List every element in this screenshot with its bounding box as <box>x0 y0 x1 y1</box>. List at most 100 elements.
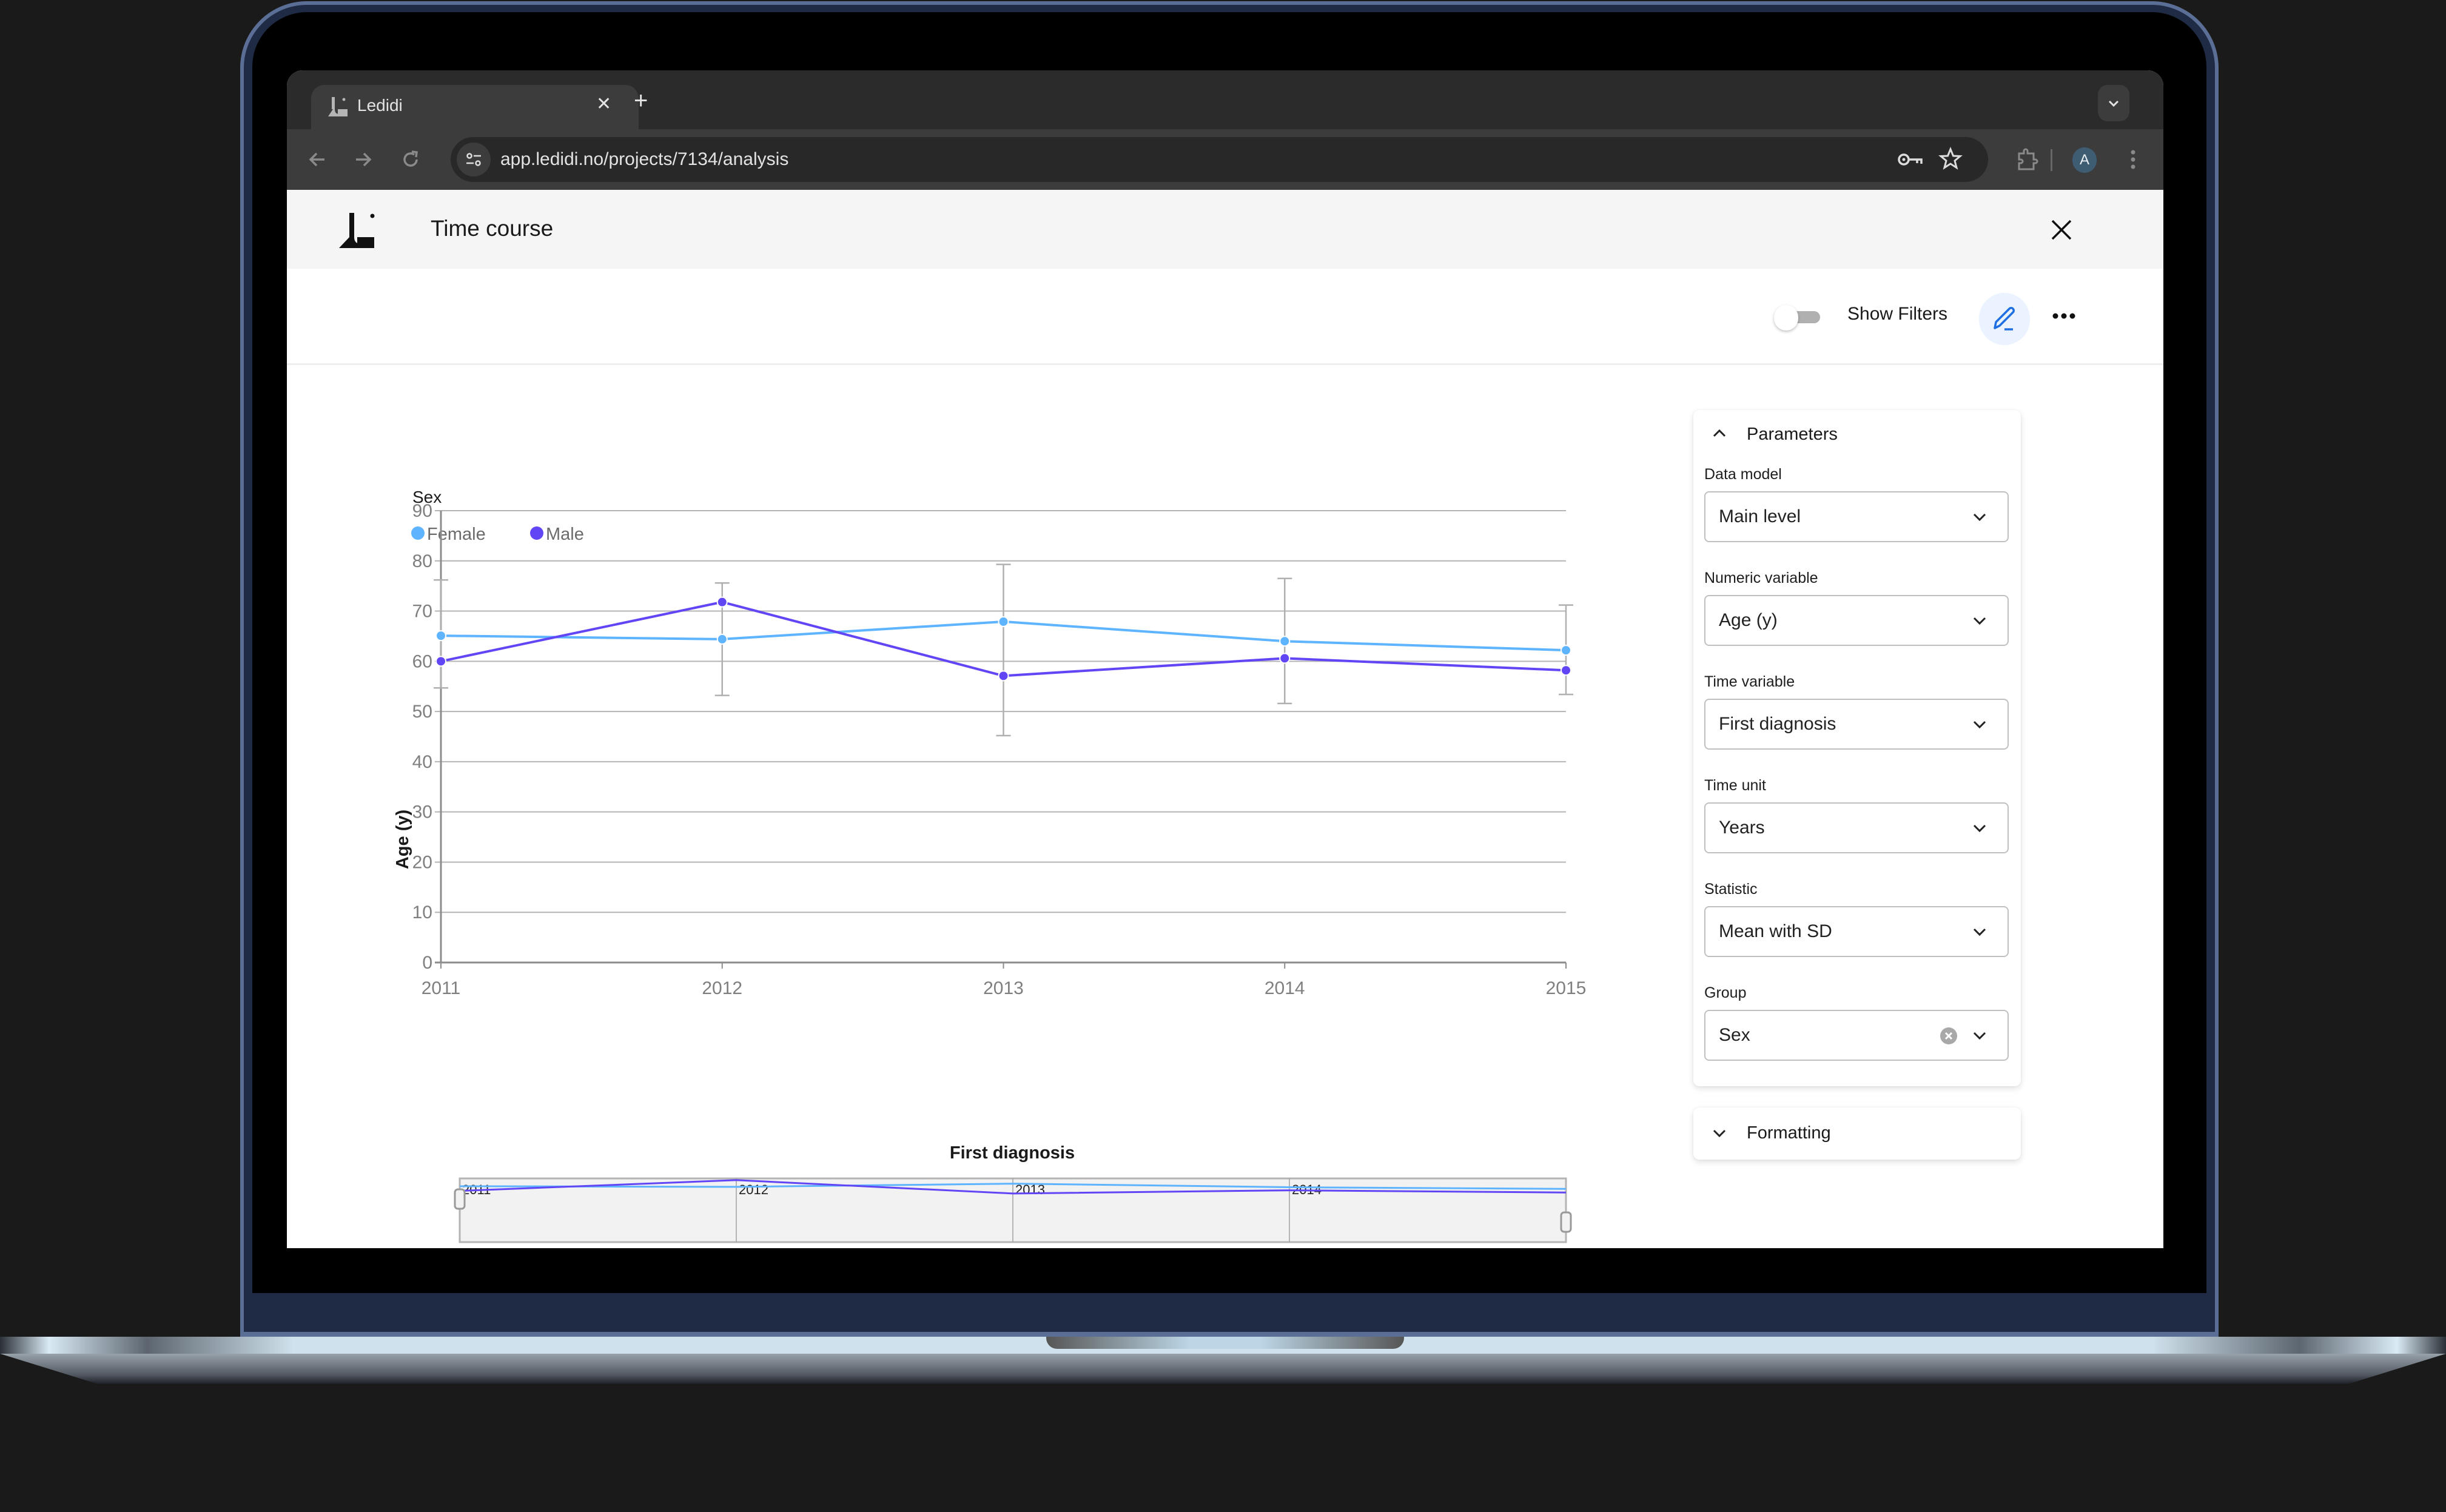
data-point-female <box>998 616 1009 627</box>
y-tick-label: 30 <box>412 802 432 822</box>
data-point-female <box>1279 636 1291 647</box>
new-tab-button[interactable]: + <box>634 89 648 113</box>
grid-lines <box>435 510 1566 964</box>
chevron-down-icon <box>1973 617 1986 625</box>
browser-window: Ledidi ✕ + app.ledidi.no/projects/7134/a… <box>287 70 2163 1248</box>
select-numeric-variable[interactable]: Age (y) <box>1704 595 2009 646</box>
chevron-up-icon <box>1713 429 1726 437</box>
y-axis-ticks: 0 10 20 30 40 50 60 70 80 90 <box>412 501 432 973</box>
ledidi-favicon-icon <box>328 97 348 116</box>
reload-icon[interactable] <box>400 149 422 170</box>
x-axis-label: First diagnosis <box>950 1143 1075 1163</box>
y-axis-label: Age (y) <box>393 810 412 869</box>
analysis-toolbar: Show Filters <box>287 269 2163 365</box>
x-tick-label: 2013 <box>983 978 1024 998</box>
select-value: Mean with SD <box>1719 921 1832 941</box>
select-statistic[interactable]: Mean with SD <box>1704 906 2009 957</box>
x-tick-label: 2012 <box>702 978 742 998</box>
show-filters-label[interactable]: Show Filters <box>1847 304 1947 324</box>
legend-marker-male <box>530 526 543 540</box>
formatting-title: Formatting <box>1747 1123 1831 1143</box>
back-icon[interactable] <box>306 149 328 170</box>
field-label: Data model <box>1704 466 1782 483</box>
show-filters-toggle[interactable] <box>1774 305 1823 331</box>
field-label: Group <box>1704 984 1747 1001</box>
legend-marker-female <box>411 526 425 540</box>
browser-menu-icon[interactable] <box>2127 147 2139 172</box>
laptop-base <box>0 1354 2446 1384</box>
data-point-male <box>716 596 728 608</box>
data-point-female <box>1561 645 1571 656</box>
data-point-female <box>716 633 728 645</box>
select-time-unit[interactable]: Years <box>1704 802 2009 853</box>
ledidi-logo-icon[interactable] <box>339 213 377 250</box>
data-point-male <box>998 670 1009 682</box>
x-tick-label: 2015 <box>1546 978 1587 998</box>
y-tick-label: 70 <box>412 602 432 622</box>
data-point-male <box>1279 653 1291 664</box>
select-data-model[interactable]: Main level <box>1704 491 2009 542</box>
chevron-down-icon <box>1973 513 1986 522</box>
field-label: Numeric variable <box>1704 570 1818 586</box>
legend: Female Male <box>411 525 584 544</box>
time-course-chart: Sex Female Male 0102030405060708090 2011 2… <box>393 488 1587 1243</box>
select-value: Sex <box>1719 1025 1750 1045</box>
brush-label: 2012 <box>739 1182 768 1197</box>
browser-tab[interactable]: Ledidi ✕ <box>311 85 639 129</box>
app-header: Time course <box>287 190 2163 269</box>
chevron-down-icon <box>1713 1129 1726 1138</box>
y-tick-label: 60 <box>412 651 432 671</box>
pencil-icon <box>1994 307 2015 331</box>
select-value: Years <box>1719 818 1765 838</box>
url-text[interactable]: app.ledidi.no/projects/7134/analysis <box>500 149 788 170</box>
range-brush[interactable]: 2011 2012 2013 2014 <box>454 1177 1572 1243</box>
chevron-down-icon <box>1973 928 1986 936</box>
edit-button[interactable] <box>1979 293 2030 345</box>
toolbar-divider <box>2051 149 2052 171</box>
clear-selection-icon[interactable] <box>1940 1027 1958 1045</box>
field-label: Statistic <box>1704 881 1758 898</box>
select-value: Age (y) <box>1719 610 1778 630</box>
y-tick-label: 10 <box>412 902 432 922</box>
address-bar[interactable]: app.ledidi.no/projects/7134/analysis <box>451 137 1988 182</box>
page-title: Time course <box>431 216 554 241</box>
data-point-female <box>435 630 446 642</box>
forward-icon[interactable] <box>352 149 374 170</box>
tab-search-button[interactable] <box>2098 85 2129 121</box>
y-tick-label: 90 <box>412 501 432 521</box>
y-tick-label: 50 <box>412 702 432 722</box>
brush-handle-left[interactable] <box>454 1188 466 1210</box>
profile-avatar[interactable]: A <box>2072 147 2097 173</box>
extensions-puzzle-icon[interactable] <box>2015 147 2040 172</box>
chevron-down-icon <box>2108 100 2119 107</box>
x-tick-label: 2011 <box>422 978 461 998</box>
site-settings-icon[interactable] <box>457 143 491 176</box>
error-bars <box>434 563 1573 737</box>
field-label: Time unit <box>1704 777 1766 794</box>
brush-handle-right[interactable] <box>1560 1211 1572 1233</box>
y-tick-label: 40 <box>412 752 432 772</box>
parameters-panel: Parameters Data model Main level Numeric v… <box>1693 410 2021 1086</box>
select-group[interactable]: Sex <box>1704 1010 2009 1061</box>
field-label: Time variable <box>1704 673 1795 690</box>
select-value: First diagnosis <box>1719 714 1836 734</box>
legend-label-male[interactable]: Male <box>546 525 584 544</box>
bookmark-star-icon[interactable] <box>1938 147 1963 171</box>
parameters-header[interactable]: Parameters <box>1693 410 2021 459</box>
formatting-panel[interactable]: Formatting <box>1693 1107 2021 1160</box>
chevron-down-icon <box>1973 721 1986 729</box>
y-tick-label: 0 <box>422 953 432 973</box>
x-tick-label: 2014 <box>1265 978 1305 998</box>
y-tick-label: 20 <box>412 852 432 872</box>
select-time-variable[interactable]: First diagnosis <box>1704 699 2009 750</box>
tab-close-icon[interactable]: ✕ <box>596 93 611 115</box>
tab-title: Ledidi <box>357 96 403 115</box>
data-point-male <box>1561 665 1571 676</box>
parameters-title: Parameters <box>1747 425 1838 444</box>
legend-label-female[interactable]: Female <box>427 525 486 544</box>
password-key-icon[interactable] <box>1897 149 1924 170</box>
close-icon[interactable] <box>2049 218 2074 242</box>
more-options-icon[interactable] <box>2052 311 2076 321</box>
chevron-down-icon <box>1973 824 1986 833</box>
chevron-down-icon <box>1973 1032 1986 1040</box>
